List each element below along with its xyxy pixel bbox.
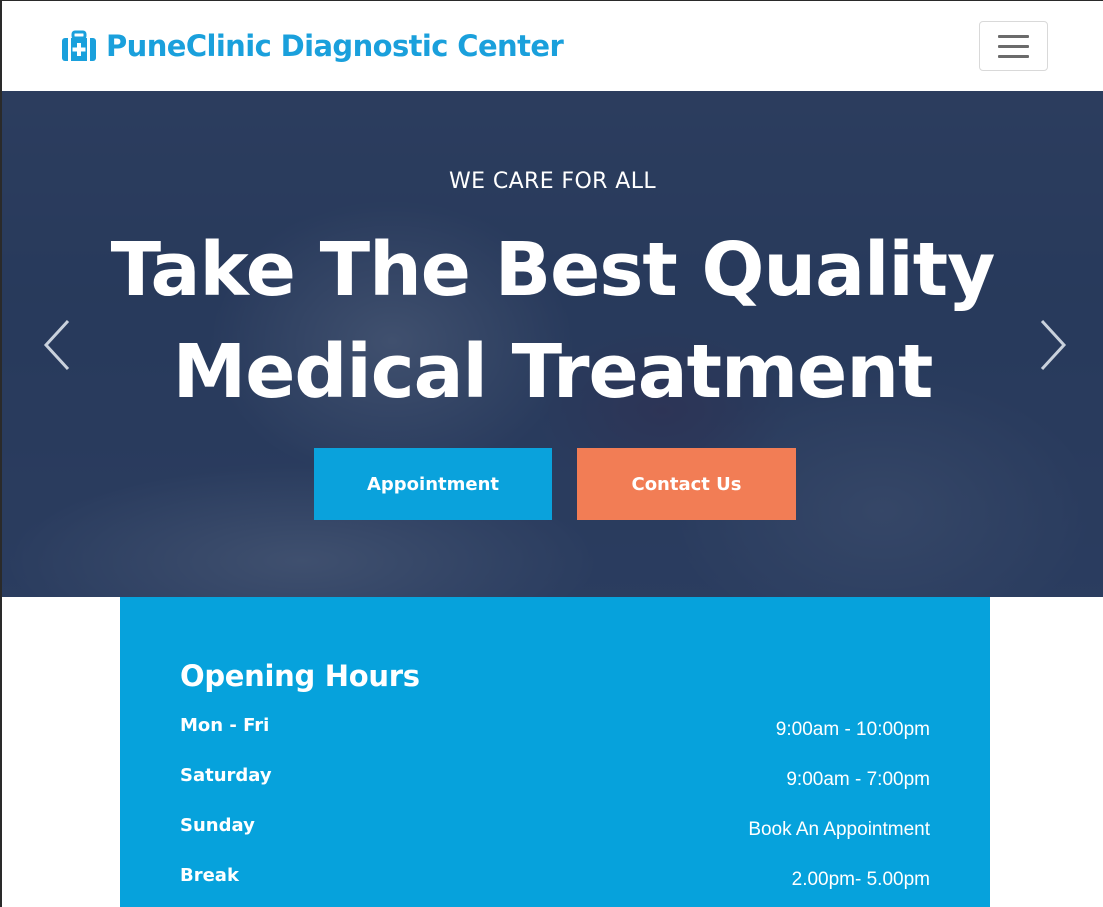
hero-content: WE CARE FOR ALL Take The Best Quality Me… — [2, 91, 1103, 597]
carousel-prev-button[interactable] — [38, 315, 78, 375]
hero-title-line1: Take The Best Quality — [110, 227, 996, 313]
hero-title-line2: Medical Treatment — [172, 329, 934, 415]
hours-row: Mon - Fri 9:00am - 10:00pm — [180, 715, 930, 745]
hours-row: Sunday Book An Appointment — [180, 815, 930, 845]
contact-us-button[interactable]: Contact Us — [577, 448, 796, 520]
hours-day: Break — [180, 865, 239, 886]
opening-hours-panel: Opening Hours Mon - Fri 9:00am - 10:00pm… — [120, 597, 990, 907]
hours-row: Saturday 9:00am - 7:00pm — [180, 765, 930, 795]
opening-hours-title: Opening Hours — [180, 659, 420, 693]
navbar-toggler-button[interactable] — [979, 21, 1048, 71]
navbar: PuneClinic Diagnostic Center — [2, 1, 1103, 91]
hours-day: Sunday — [180, 815, 255, 836]
hamburger-menu-icon — [998, 34, 1029, 38]
hamburger-line — [998, 54, 1029, 58]
medical-kit-icon — [62, 30, 96, 61]
hours-time: 9:00am - 10:00pm — [775, 719, 930, 740]
hours-time: 9:00am - 7:00pm — [786, 769, 930, 790]
hours-row: Break 2.00pm- 5.00pm — [180, 865, 930, 895]
hero-carousel: WE CARE FOR ALL Take The Best Quality Me… — [2, 91, 1103, 597]
chevron-left-icon — [43, 319, 70, 371]
brand-name: PuneClinic Diagnostic Center — [106, 29, 564, 63]
brand-link[interactable]: PuneClinic Diagnostic Center — [62, 28, 564, 64]
hours-day: Mon - Fri — [180, 715, 270, 736]
hours-day: Saturday — [180, 765, 272, 786]
appointment-button[interactable]: Appointment — [314, 448, 552, 520]
carousel-next-button[interactable] — [1032, 315, 1072, 375]
hamburger-line — [998, 44, 1029, 48]
hours-time: 2.00pm- 5.00pm — [791, 869, 930, 890]
hero-title: Take The Best Quality Medical Treatment — [2, 219, 1103, 423]
hero-eyebrow: WE CARE FOR ALL — [448, 169, 657, 194]
chevron-right-icon — [1040, 319, 1067, 371]
hours-time: Book An Appointment — [748, 819, 930, 840]
